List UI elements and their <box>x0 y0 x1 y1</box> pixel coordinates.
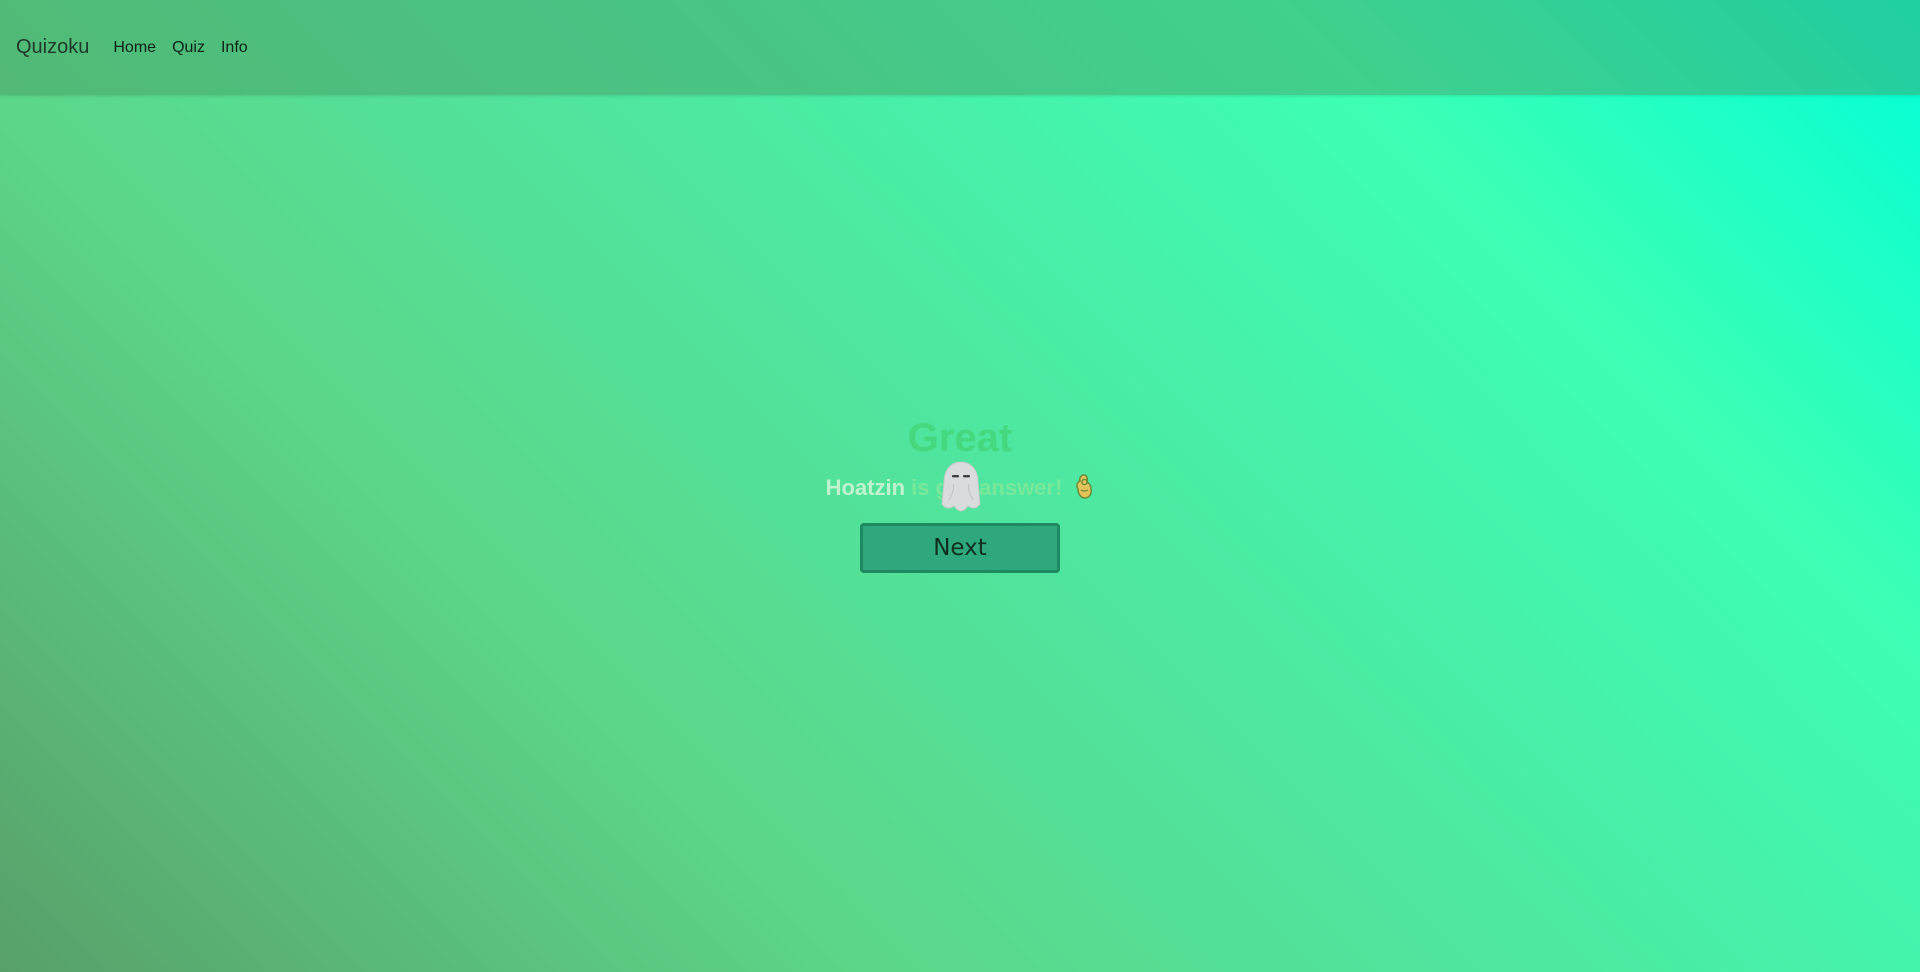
ok-hand-icon <box>1074 472 1094 506</box>
answer-name: Hoatzin <box>825 474 906 500</box>
ghost-icon <box>937 460 985 512</box>
next-button[interactable]: Next <box>860 523 1060 573</box>
result-message-end: answer! <box>973 474 1063 500</box>
result-title: Great <box>907 416 1013 460</box>
result-panel: Great Hoatzin is g answer! Next <box>0 0 1920 972</box>
